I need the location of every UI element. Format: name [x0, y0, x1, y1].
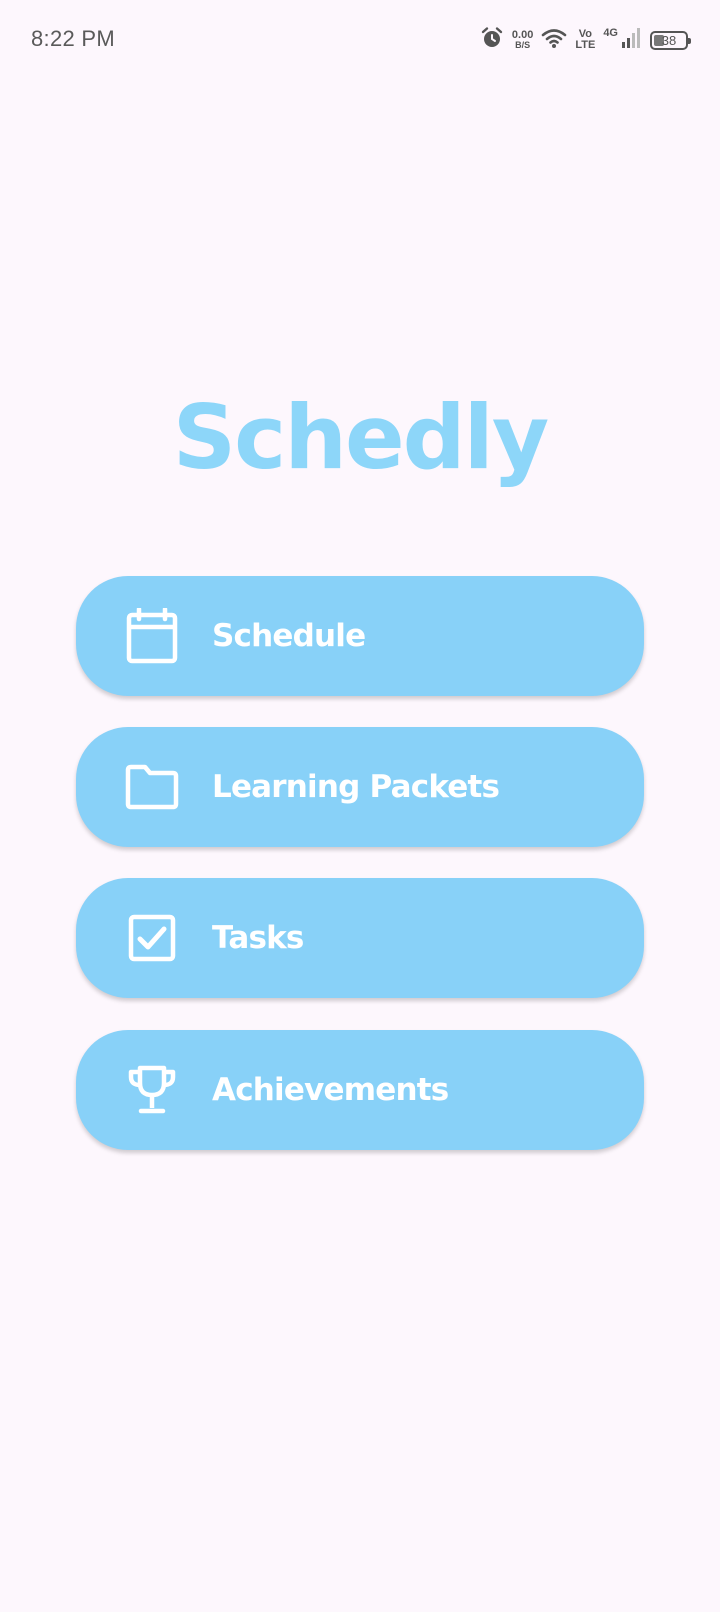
signal-icon: [620, 27, 642, 53]
net-speed: 0.00 B/S: [511, 29, 534, 51]
volte-indicator: Vo LTE: [575, 29, 595, 51]
alarm-icon: [480, 26, 504, 54]
battery-level: 38: [661, 32, 677, 48]
battery-icon: 38: [650, 30, 691, 50]
status-bar: 8:22 PM 0.00 B/S Vo LTE 4G 38: [0, 0, 720, 80]
schedule-button[interactable]: Schedule: [76, 576, 644, 696]
achievements-button[interactable]: Achievements: [76, 1030, 644, 1150]
network-type: 4G: [603, 27, 618, 39]
net-speed-value: 0.00: [511, 29, 534, 41]
status-time: 8:22 PM: [31, 26, 116, 51]
volte-bottom: LTE: [575, 39, 596, 51]
checkbox-icon: [124, 909, 180, 967]
schedule-label: Schedule: [212, 618, 366, 654]
tasks-label: Tasks: [212, 920, 304, 956]
status-icons: 0.00 B/S Vo LTE 4G 38: [480, 25, 692, 55]
wifi-icon: [541, 27, 567, 53]
trophy-icon: [124, 1061, 180, 1119]
learning-packets-label: Learning Packets: [212, 769, 500, 805]
achievements-label: Achievements: [212, 1072, 449, 1108]
folder-icon: [124, 758, 180, 816]
calendar-icon: [124, 607, 180, 665]
learning-packets-button[interactable]: Learning Packets: [76, 727, 644, 847]
net-speed-unit: B/S: [515, 40, 531, 50]
app-title: Schedly: [172, 386, 549, 489]
tasks-button[interactable]: Tasks: [76, 878, 644, 998]
